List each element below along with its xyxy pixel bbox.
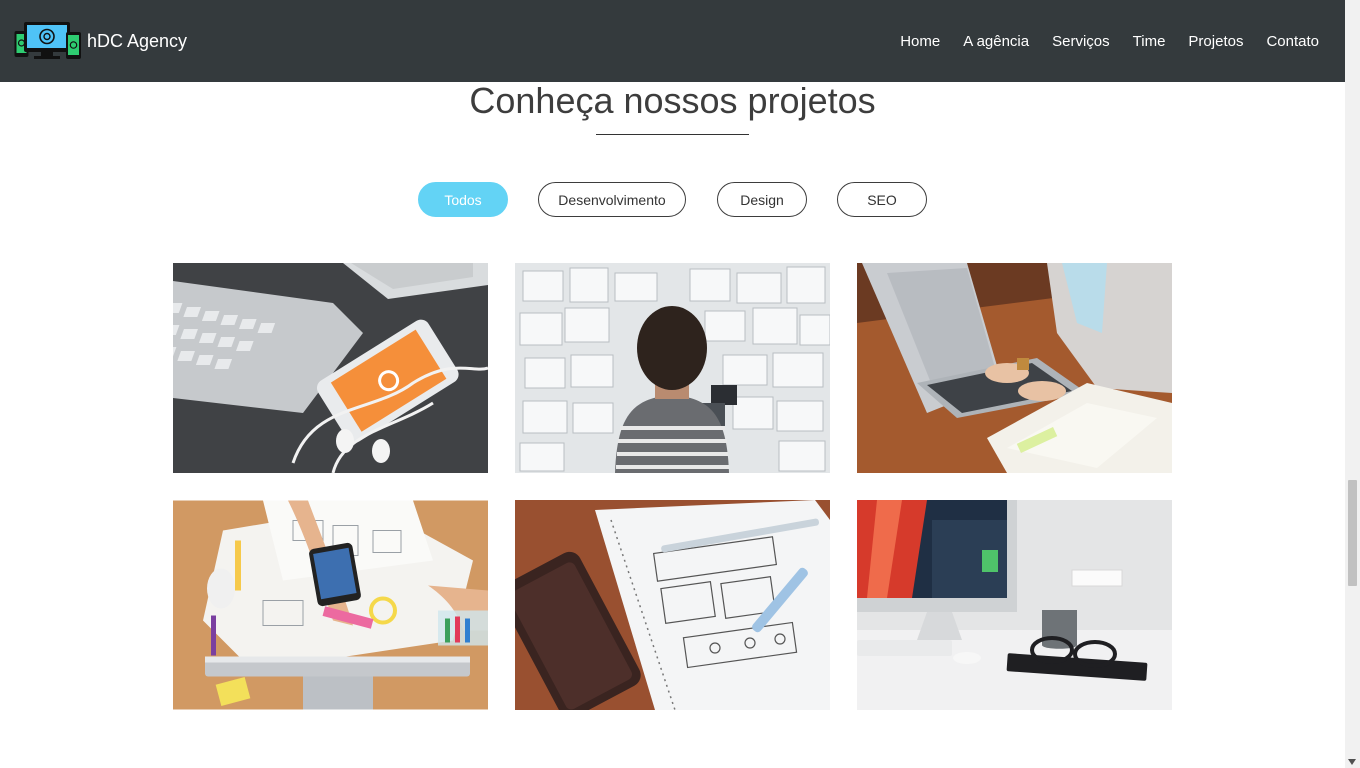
design-wall-photo [515, 263, 830, 473]
filter-design-button[interactable]: Design [717, 182, 807, 217]
brand-link[interactable]: hDC Agency [14, 21, 187, 61]
project-image-laptop-typing[interactable] [857, 263, 1172, 473]
hands-sketching-photo [173, 500, 488, 710]
project-image-notebook-wireframe[interactable] [515, 500, 830, 710]
filter-seo-button[interactable]: SEO [837, 182, 927, 217]
brand-name: hDC Agency [87, 30, 188, 51]
title-underline [596, 134, 749, 135]
project-image-hands-sketching[interactable] [173, 500, 488, 710]
keyboard-phone-photo [173, 263, 488, 473]
filter-desenvolvimento-button[interactable]: Desenvolvimento [538, 182, 686, 217]
project-image-desktop-glasses[interactable] [857, 500, 1172, 710]
desktop-glasses-photo [857, 500, 1172, 710]
nav-link-a-agencia[interactable]: A agência [963, 33, 1029, 50]
nav-link-time[interactable]: Time [1133, 33, 1166, 50]
section-title: Conheça nossos projetos [469, 80, 876, 121]
scrollbar-thumb[interactable] [1348, 480, 1357, 586]
nav-menu: Home A agência Serviços Time Projetos Co… [877, 0, 1319, 82]
page-scrollbar[interactable] [1345, 0, 1360, 768]
filter-todos-button[interactable]: Todos [418, 182, 508, 217]
nav-link-home[interactable]: Home [900, 33, 940, 50]
project-image-design-wall[interactable] [515, 263, 830, 473]
notebook-wireframe-photo [515, 500, 830, 710]
nav-link-contato[interactable]: Contato [1266, 33, 1319, 50]
nav-link-servicos[interactable]: Serviços [1052, 33, 1110, 50]
navbar: hDC Agency Home A agência Serviços Time … [0, 0, 1345, 82]
project-image-keyboard-phone[interactable] [173, 263, 488, 473]
brand-logo-icon [14, 22, 81, 59]
nav-link-projetos[interactable]: Projetos [1188, 33, 1243, 50]
laptop-typing-photo [857, 263, 1172, 473]
scroll-down-arrow-icon[interactable] [1348, 759, 1356, 765]
